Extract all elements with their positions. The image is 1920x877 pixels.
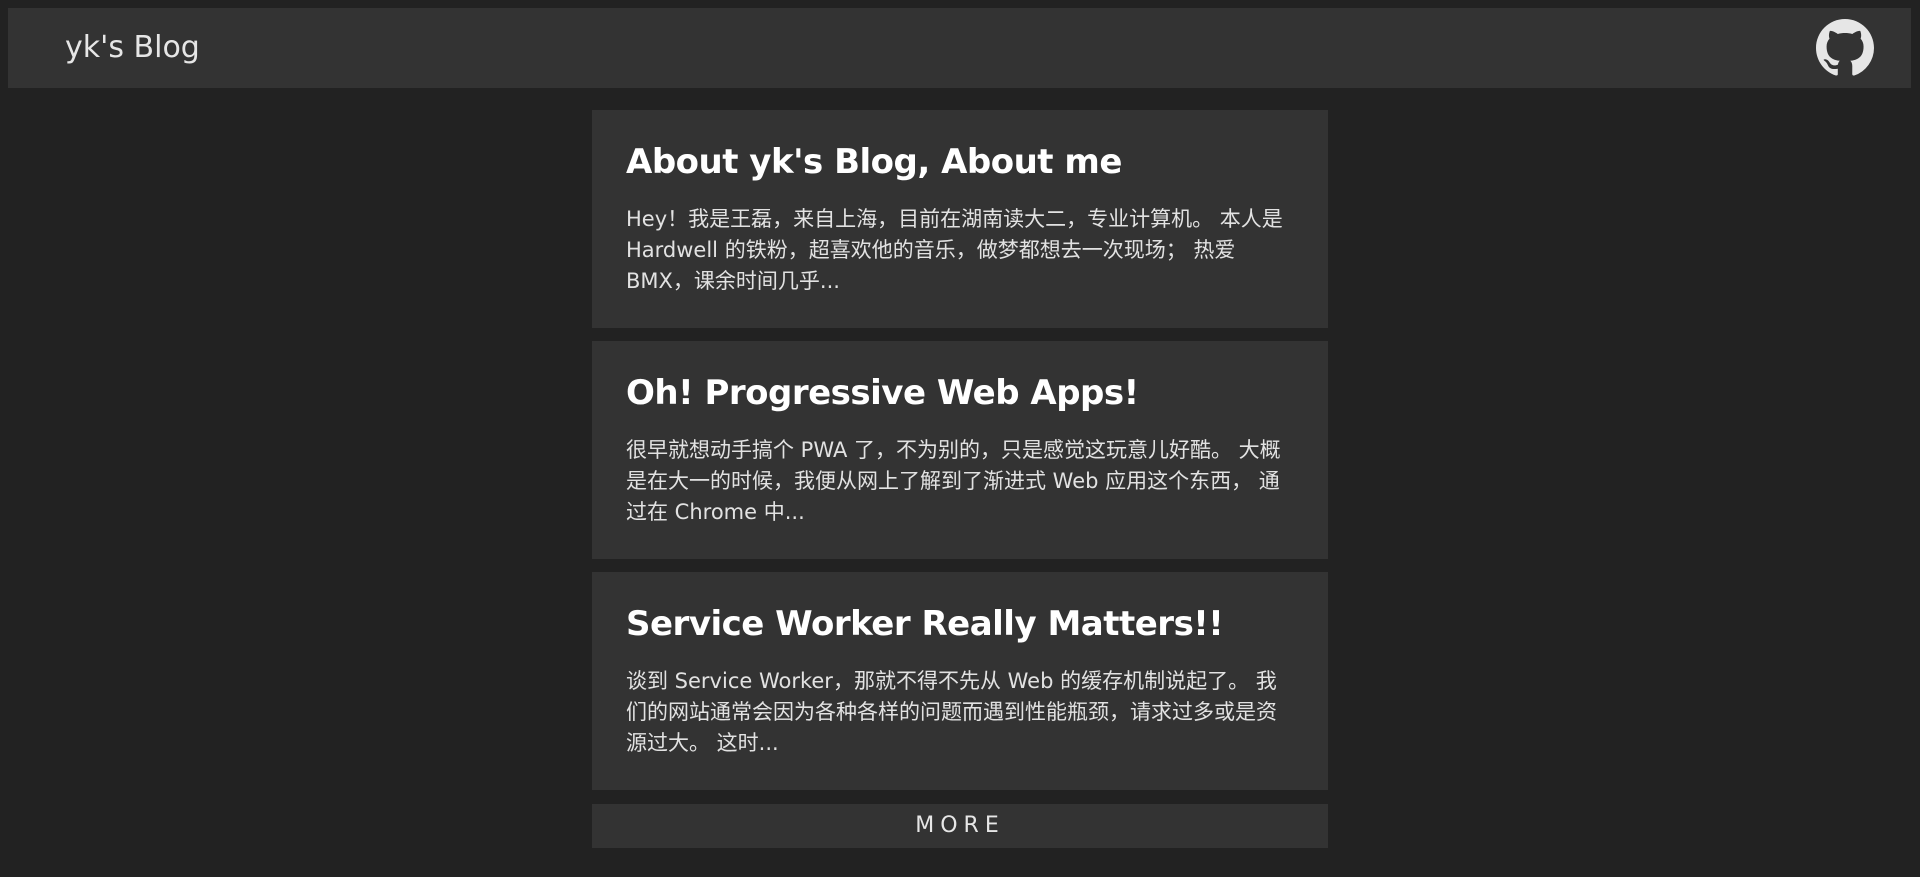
top-header: yk's Blog	[8, 8, 1911, 88]
github-icon-graphic	[1816, 19, 1874, 76]
more-button[interactable]: MORE	[592, 804, 1328, 848]
post-excerpt: 很早就想动手搞个 PWA 了，不为别的，只是感觉这玩意儿好酷。 大概是在大一的时…	[626, 438, 1281, 524]
post-title[interactable]: Oh! Progressive Web Apps!	[626, 371, 1294, 415]
post-title[interactable]: About yk's Blog, About me	[626, 140, 1294, 184]
post-excerpt: Hey！我是王磊，来自上海，目前在湖南读大二，专业计算机。 本人是 Hardwe…	[626, 207, 1283, 293]
post-card[interactable]: Service Worker Really Matters!! 谈到 Servi…	[592, 572, 1328, 790]
post-title[interactable]: Service Worker Really Matters!!	[626, 602, 1294, 646]
post-excerpt: 谈到 Service Worker，那就不得不先从 Web 的缓存机制说起了。 …	[626, 669, 1277, 755]
post-list: About yk's Blog, About me Hey！我是王磊，来自上海，…	[592, 110, 1328, 803]
post-card[interactable]: Oh! Progressive Web Apps! 很早就想动手搞个 PWA 了…	[592, 341, 1328, 559]
site-brand-link[interactable]: yk's Blog	[65, 8, 200, 88]
post-card[interactable]: About yk's Blog, About me Hey！我是王磊，来自上海，…	[592, 110, 1328, 328]
github-icon[interactable]	[1816, 19, 1874, 77]
